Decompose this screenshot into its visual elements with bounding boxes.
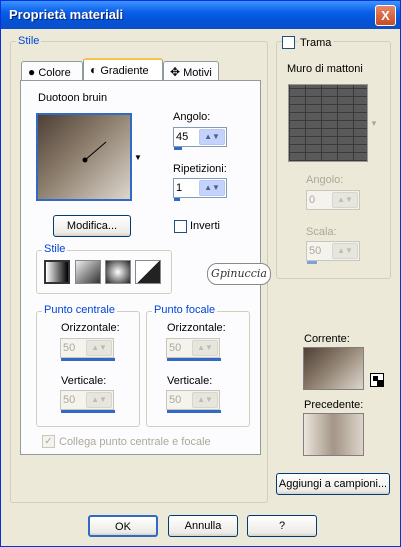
repeat-slider[interactable] — [174, 198, 180, 201]
texture-angle-value: 0 — [309, 194, 316, 206]
tab-colore-label: Colore — [38, 67, 71, 79]
tab-motivi[interactable]: ✥ Motivi — [163, 61, 219, 81]
texture-scale-slider[interactable] — [307, 261, 317, 264]
ok-button[interactable]: OK — [88, 515, 158, 537]
center-point-label: Punto centrale — [42, 304, 117, 316]
current-label: Corrente: — [304, 333, 350, 345]
repeat-value: 1 — [176, 182, 183, 194]
repeat-label: Ripetizioni: — [173, 163, 227, 175]
center-horizontal-spinner[interactable]: 50 ▲▼ — [60, 338, 115, 361]
edit-gradient-button[interactable]: Modifica... — [53, 215, 131, 237]
repeat-spinner[interactable]: 1 ▲▼ — [173, 178, 227, 201]
focal-vertical-value: 50 — [169, 394, 182, 406]
spin-arrows-icon: ▲▼ — [192, 340, 218, 356]
texture-dropdown-arrow-icon[interactable]: ▼ — [370, 119, 378, 128]
close-button[interactable]: X — [375, 5, 396, 26]
center-horizontal-slider[interactable] — [61, 358, 115, 361]
texture-label: Trama — [298, 37, 334, 49]
texture-preview[interactable] — [288, 84, 368, 162]
spin-arrows-icon[interactable]: ▲▼ — [199, 129, 225, 145]
add-to-swatches-button[interactable]: Aggiungi a campioni... — [276, 473, 390, 495]
help-button[interactable]: ? — [247, 515, 317, 537]
link-points-label: Collega punto centrale e focale — [59, 436, 211, 448]
texture-checkbox[interactable] — [282, 36, 295, 49]
material-properties-dialog: Proprietà materiali X Stile ● Colore ◐ G… — [0, 0, 401, 547]
texture-scale-spinner[interactable]: 50 ▲▼ — [306, 241, 360, 264]
previous-material-swatch[interactable] — [303, 413, 364, 456]
spin-arrows-icon: ▲▼ — [86, 340, 112, 356]
style-group-label: Stile — [16, 35, 42, 47]
spin-arrows-icon: ▲▼ — [192, 392, 218, 408]
spin-arrows-icon: ▲▼ — [332, 243, 358, 259]
center-vertical-value: 50 — [63, 394, 76, 406]
focal-point-label: Punto focale — [152, 304, 218, 316]
sunburst-style-button[interactable] — [105, 260, 131, 284]
gradient-style-label: Stile — [42, 243, 68, 255]
focal-horizontal-value: 50 — [169, 342, 182, 354]
center-vertical-slider[interactable] — [61, 410, 115, 413]
cancel-button[interactable]: Annulla — [168, 515, 238, 537]
watermark-signature: Gpinuccia — [207, 263, 271, 285]
focal-horizontal-slider[interactable] — [167, 358, 221, 361]
gradient-dropdown-arrow-icon[interactable]: ▼ — [134, 153, 142, 162]
texture-angle-spinner[interactable]: 0 ▲▼ — [306, 190, 360, 210]
invert-label: Inverti — [190, 220, 220, 232]
focal-horizontal-label: Orizzontale: — [167, 322, 226, 334]
spin-arrows-icon[interactable]: ▲▼ — [199, 180, 225, 196]
linear-style-button[interactable] — [44, 260, 70, 284]
texture-angle-label: Angolo: — [306, 174, 344, 186]
rectangular-style-button[interactable] — [75, 260, 101, 284]
angle-spinner[interactable]: 45 ▲▼ — [173, 127, 227, 150]
texture-name: Muro di mattoni — [287, 63, 363, 75]
circle-icon: ● — [28, 65, 36, 79]
previous-label: Precedente: — [304, 399, 364, 411]
half-circle-icon: ◐ — [90, 63, 98, 77]
tab-gradiente-label: Gradiente — [100, 65, 149, 77]
texture-scale-label: Scala: — [306, 226, 337, 238]
title-bar: Proprietà materiali X — [1, 1, 400, 29]
link-points-checkbox[interactable]: ✓ — [42, 435, 55, 448]
angle-label: Angolo: — [173, 111, 211, 123]
focal-vertical-slider[interactable] — [167, 410, 221, 413]
center-vertical-label: Verticale: — [61, 375, 107, 387]
swap-material-icon[interactable] — [370, 373, 384, 387]
spin-arrows-icon: ▲▼ — [86, 392, 112, 408]
pattern-icon: ✥ — [170, 65, 181, 79]
focal-vertical-spinner[interactable]: 50 ▲▼ — [166, 390, 221, 413]
tab-colore[interactable]: ● Colore — [21, 61, 83, 81]
window-title: Proprietà materiali — [9, 7, 124, 22]
center-horizontal-value: 50 — [63, 342, 76, 354]
gradient-angle-handle[interactable] — [38, 115, 130, 199]
angle-slider[interactable] — [174, 147, 182, 150]
center-horizontal-label: Orizzontale: — [61, 322, 120, 334]
current-material-swatch[interactable] — [303, 347, 364, 390]
gradient-preview[interactable] — [36, 113, 132, 201]
texture-scale-value: 50 — [309, 245, 322, 257]
radial-style-button[interactable] — [135, 260, 161, 284]
focal-vertical-label: Verticale: — [167, 375, 213, 387]
angle-value: 45 — [176, 131, 189, 143]
center-vertical-spinner[interactable]: 50 ▲▼ — [60, 390, 115, 413]
spin-arrows-icon: ▲▼ — [332, 192, 358, 208]
invert-checkbox[interactable] — [174, 220, 187, 233]
tab-gradiente[interactable]: ◐ Gradiente — [83, 58, 163, 80]
focal-horizontal-spinner[interactable]: 50 ▲▼ — [166, 338, 221, 361]
tab-motivi-label: Motivi — [183, 67, 212, 79]
gradient-name: Duotoon bruin — [38, 92, 108, 104]
